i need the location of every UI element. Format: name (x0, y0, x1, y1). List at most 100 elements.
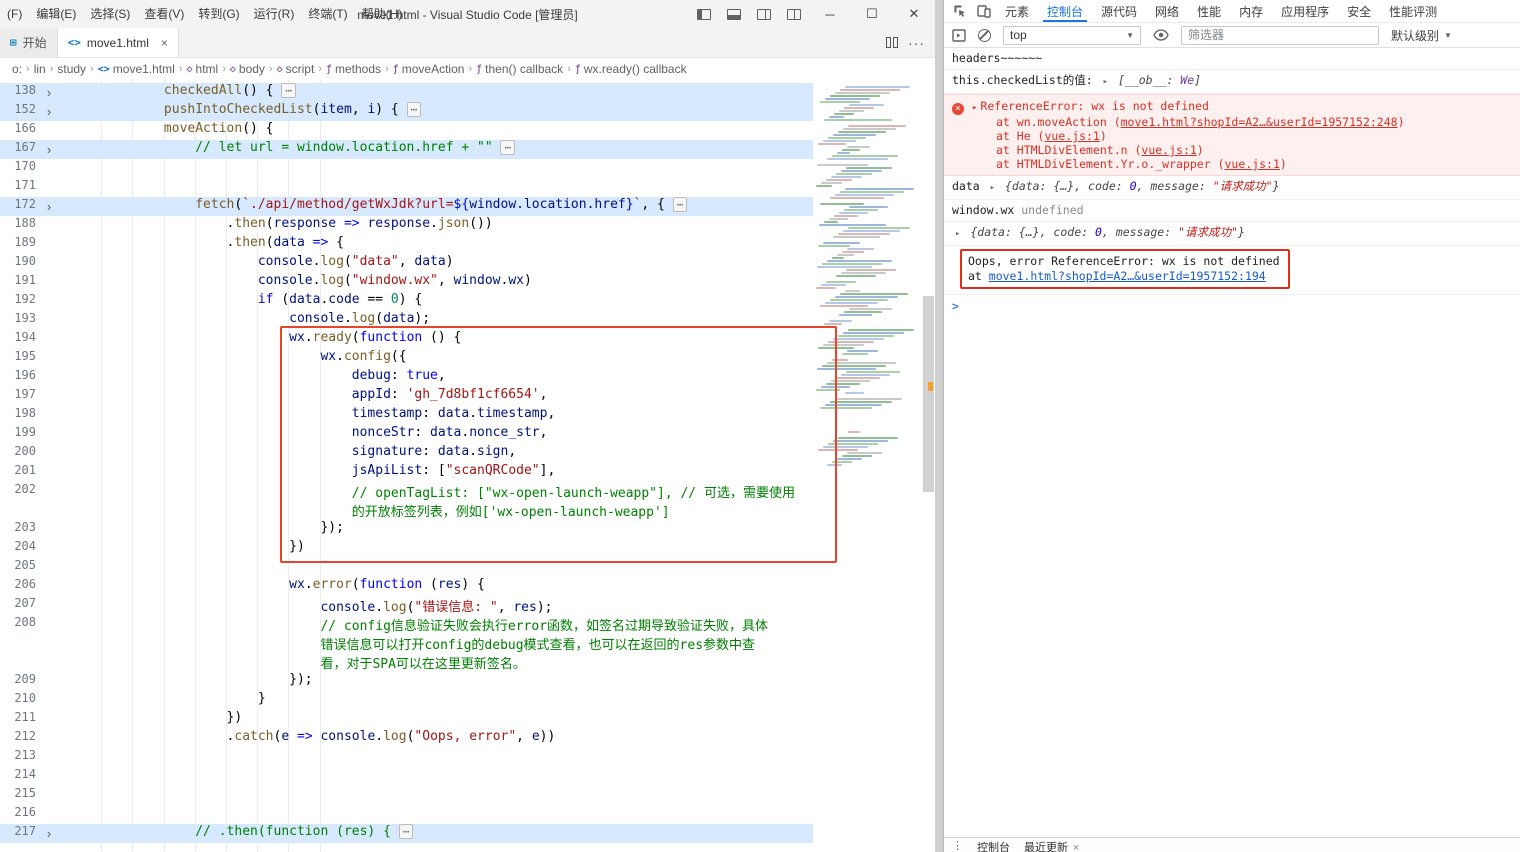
devtools-tab[interactable]: 应用程序 (1272, 0, 1338, 22)
code-line[interactable]: 190 console.log("data", data) (0, 254, 813, 273)
devtools-tab[interactable]: 控制台 (1038, 0, 1092, 22)
code-line[interactable]: 206 wx.error(function (res) { (0, 577, 813, 596)
breadcrumb-item[interactable]: ◇ script (277, 62, 315, 76)
code-line[interactable]: 170 (0, 159, 813, 178)
code-line[interactable]: 202 // openTagList: ["wx-open-launch-wea… (0, 482, 813, 501)
code-line[interactable]: 189 .then(data => { (0, 235, 813, 254)
code-line[interactable]: 看，对于SPA可以在这里更新签名。 (0, 653, 813, 672)
tab-start[interactable]: ⊞ 开始 (0, 28, 58, 57)
code-line[interactable]: 207 console.log("错误信息: ", res); (0, 596, 813, 615)
clear-console-icon[interactable] (978, 28, 991, 42)
code-line[interactable]: 217 › // .then(function (res) { ⋯ (0, 824, 813, 843)
code-line[interactable]: 195 wx.config({ (0, 349, 813, 368)
minimize-button[interactable]: ─ (809, 0, 851, 28)
code-line[interactable]: 166 moveAction() { (0, 121, 813, 140)
close-tab-icon[interactable]: × (161, 36, 168, 50)
menu-item[interactable]: 查看(V) (137, 0, 191, 28)
inspect-element-icon[interactable] (948, 0, 972, 22)
menu-item[interactable]: 运行(R) (247, 0, 302, 28)
code-line[interactable]: 201 jsApiList: ["scanQRCode"], (0, 463, 813, 482)
fold-chevron-icon[interactable]: › (42, 83, 56, 102)
source-location-link[interactable]: vue.js:1 (1044, 129, 1099, 143)
source-location-link[interactable]: move1.html?shopId=A2…&userId=1957152:194 (989, 269, 1266, 283)
code-line[interactable]: 213 (0, 748, 813, 767)
console-filter-input[interactable] (1181, 25, 1379, 45)
code-line[interactable]: 152 › pushIntoCheckedList(item, i) { ⋯ (0, 102, 813, 121)
code-line[interactable]: 216 (0, 805, 813, 824)
devtools-tab[interactable]: 安全 (1338, 0, 1380, 22)
console-prompt[interactable]: > (944, 295, 1520, 317)
code-line[interactable]: 167 › // let url = window.location.href +… (0, 140, 813, 159)
code-line[interactable]: 209 }); (0, 672, 813, 691)
code-line[interactable]: 错误信息可以打开config的debug模式查看，也可以在返回的res参数中查 (0, 634, 813, 653)
menu-item[interactable]: 编辑(E) (29, 0, 83, 28)
breadcrumb-item[interactable]: study (57, 62, 86, 76)
code-line[interactable]: 的开放标签列表，例如['wx-open-launch-weapp'] (0, 501, 813, 520)
drawer-menu-icon[interactable]: ⋮ (952, 839, 963, 852)
menu-item[interactable]: 终端(T) (301, 0, 354, 28)
more-actions-icon[interactable]: ··· (908, 35, 925, 51)
fold-chevron-icon[interactable]: › (42, 140, 56, 159)
code-line[interactable]: 208 // config信息验证失败会执行error函数，如签名过期导致验证失… (0, 615, 813, 634)
code-line[interactable]: 199 nonceStr: data.nonce_str, (0, 425, 813, 444)
toggle-panel-icon[interactable] (727, 8, 741, 20)
fold-chevron-icon[interactable]: › (42, 824, 56, 843)
close-drawer-icon[interactable]: × (1073, 842, 1079, 852)
breadcrumb-item[interactable]: lin (34, 62, 46, 76)
code-line[interactable]: 212 .catch(e => console.log("Oops, error… (0, 729, 813, 748)
devtools-tab[interactable]: 性能 (1188, 0, 1230, 22)
expand-triangle-icon[interactable]: ▸ (1103, 77, 1108, 87)
code-line[interactable]: 210 } (0, 691, 813, 710)
code-line[interactable]: 192 if (data.code == 0) { (0, 292, 813, 311)
code-line[interactable]: 196 debug: true, (0, 368, 813, 387)
expand-triangle-icon[interactable]: ▸ (955, 229, 960, 239)
code-line[interactable]: 197 appId: 'gh_7d8bf1cf6654', (0, 387, 813, 406)
breadcrumb-item[interactable]: o: (12, 62, 22, 76)
breadcrumb-item[interactable]: ƒ methods (326, 62, 381, 76)
source-location-link[interactable]: vue.js:1 (1224, 157, 1279, 171)
code-line[interactable]: 198 timestamp: data.timestamp, (0, 406, 813, 425)
tab-move1-html[interactable]: <> move1.html × (57, 28, 179, 57)
code-line[interactable]: 193 console.log(data); (0, 311, 813, 330)
toggle-sidebar-icon[interactable] (697, 8, 711, 20)
source-location-link[interactable]: move1.html?shopId=A2…&userId=1957152:248 (1121, 115, 1398, 129)
drawer-tab[interactable]: 最近更新 × (1024, 839, 1079, 852)
customize-layout-icon[interactable] (787, 8, 801, 20)
fold-chevron-icon[interactable]: › (42, 197, 56, 216)
devtools-tab[interactable]: 元素 (996, 0, 1038, 22)
menu-item[interactable]: (F) (0, 0, 29, 28)
fold-chevron-icon[interactable]: › (42, 102, 56, 121)
menu-item[interactable]: 帮助(H) (355, 0, 410, 28)
breadcrumb-item[interactable]: <> move1.html (98, 62, 175, 76)
context-selector[interactable]: top ▼ (1003, 25, 1141, 45)
code-line[interactable]: 172 › fetch(`./api/method/getWxJdk?url=${… (0, 197, 813, 216)
device-toolbar-icon[interactable] (972, 0, 996, 22)
code-line[interactable]: 205 (0, 558, 813, 577)
live-expression-eye-icon[interactable] (1153, 29, 1169, 41)
devtools-tab[interactable]: 网络 (1146, 0, 1188, 22)
code-line[interactable]: 215 (0, 786, 813, 805)
devtools-tab[interactable]: 性能评测 (1380, 0, 1446, 22)
devtools-tab[interactable]: 源代码 (1092, 0, 1146, 22)
code-line[interactable]: 171 (0, 178, 813, 197)
code-line[interactable]: 194 wx.ready(function () { (0, 330, 813, 349)
code-line[interactable]: 200 signature: data.sign, (0, 444, 813, 463)
source-location-link[interactable]: vue.js:1 (1141, 143, 1196, 157)
code-line[interactable]: 211 }) (0, 710, 813, 729)
minimap[interactable] (814, 83, 920, 513)
code-line[interactable]: 138 › checkedAll() { ⋯ (0, 83, 813, 102)
code-line[interactable]: 191 console.log("window.wx", window.wx) (0, 273, 813, 292)
toggle-secondary-sidebar-icon[interactable] (757, 8, 771, 20)
breadcrumb-item[interactable]: ƒ wx.ready() callback (575, 62, 687, 76)
drawer-tab[interactable]: 控制台 (977, 839, 1010, 852)
code-line[interactable]: 188 .then(response => response.json()) (0, 216, 813, 235)
menu-item[interactable]: 转到(G) (191, 0, 246, 28)
code-editor[interactable]: 138 › checkedAll() { ⋯ 152 › pushIntoChecke… (0, 80, 935, 852)
code-line[interactable]: 203 }); (0, 520, 813, 539)
code-line[interactable]: 204 }) (0, 539, 813, 558)
maximize-button[interactable]: ☐ (851, 0, 893, 28)
breadcrumb-item[interactable]: ƒ then() callback (476, 62, 563, 76)
menu-item[interactable]: 选择(S) (83, 0, 137, 28)
code-line[interactable]: 214 (0, 767, 813, 786)
scrollbar-thumb[interactable] (923, 296, 934, 492)
